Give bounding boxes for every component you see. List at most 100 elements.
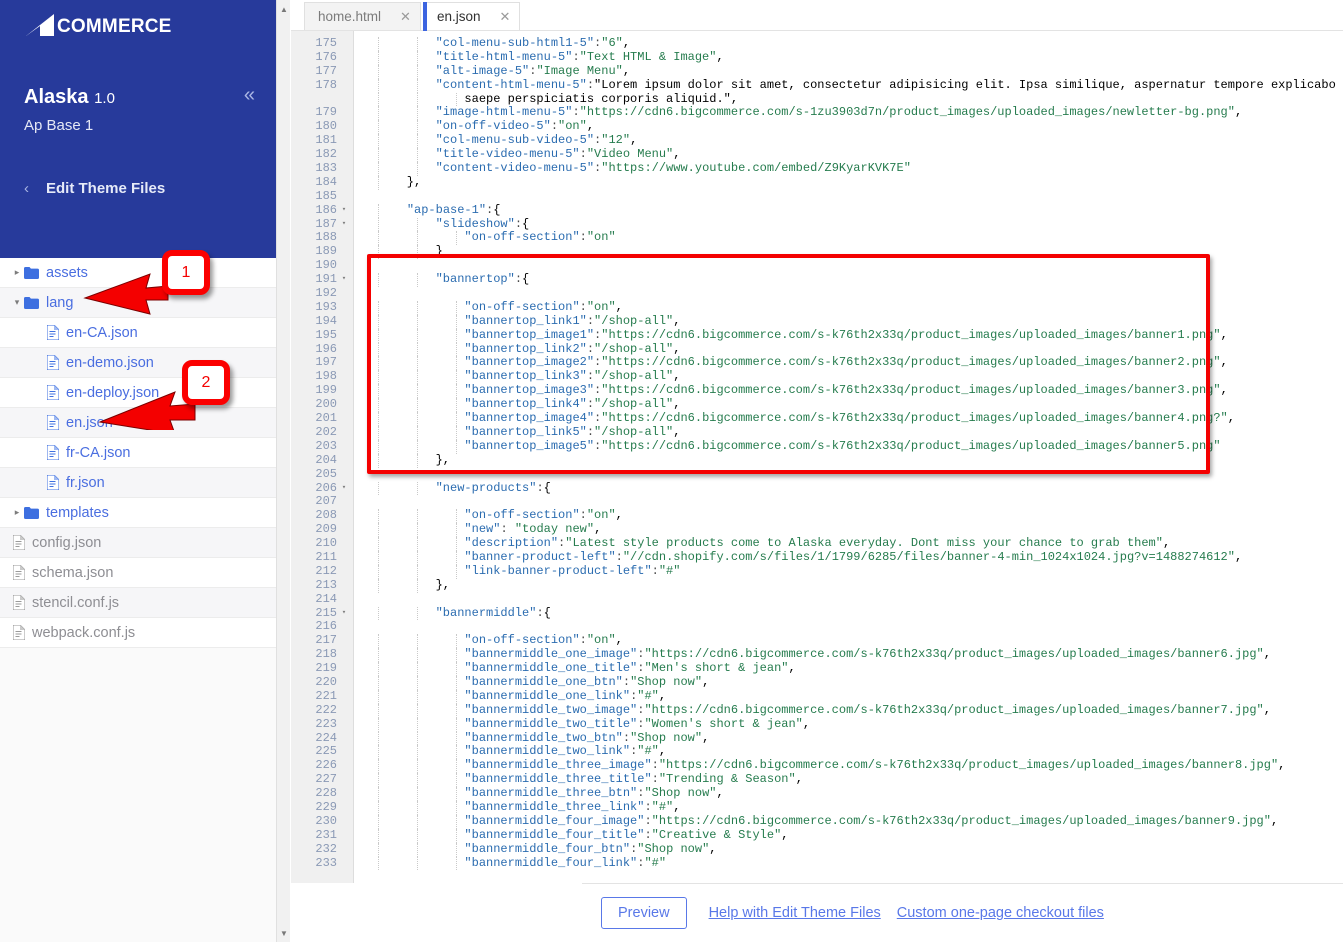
code-line[interactable]: "bannermiddle_four_image":"https://cdn6.… xyxy=(355,814,1343,829)
expand-caret-icon[interactable]: ▾ xyxy=(10,297,24,308)
code-line[interactable]: "bannertop_link5":"/shop-all", xyxy=(355,425,1343,440)
code-line[interactable]: "bannertop_image5":"https://cdn6.bigcomm… xyxy=(355,439,1343,454)
tab-close-icon[interactable]: ✕ xyxy=(400,9,411,25)
tree-item-lang[interactable]: ▾ lang xyxy=(0,288,276,318)
code-line[interactable]: "bannermiddle_one_link":"#", xyxy=(355,689,1343,704)
code-line[interactable]: "bannermiddle_two_link":"#", xyxy=(355,744,1343,760)
fold-toggle-icon[interactable]: ▾ xyxy=(339,218,349,232)
tree-item-schema-json[interactable]: schema.json xyxy=(0,558,276,588)
scroll-up-icon[interactable]: ▲ xyxy=(277,2,291,16)
tree-item-en-deploy-json[interactable]: en-deploy.json xyxy=(0,378,276,408)
tree-item-fr-ca-json[interactable]: fr-CA.json xyxy=(0,438,276,468)
code-line[interactable]: "bannertop_link2":"/shop-all", xyxy=(355,342,1343,357)
expand-caret-icon[interactable]: ▸ xyxy=(10,267,24,278)
code-line[interactable]: "bannermiddle_three_link":"#", xyxy=(355,800,1343,815)
code-line[interactable]: "bannermiddle_two_btn":"Shop now", xyxy=(355,731,1343,746)
indent-guide xyxy=(378,37,379,51)
file-icon xyxy=(46,474,60,491)
tree-item-en-demo-json[interactable]: en-demo.json xyxy=(0,348,276,378)
code-line[interactable]: "bannertop_image2":"https://cdn6.bigcomm… xyxy=(355,356,1343,371)
code-line[interactable]: "bannertop_image4":"https://cdn6.bigcomm… xyxy=(355,411,1343,426)
code-line[interactable]: "description":"Latest style products com… xyxy=(355,536,1343,551)
editor-tab-en-json[interactable]: en.json ✕ xyxy=(422,2,521,31)
code-line[interactable]: "bannermiddle_one_btn":"Shop now", xyxy=(355,675,1343,690)
code-line[interactable]: "on-off-section":"on" xyxy=(355,231,1343,246)
code-line[interactable]: "bannermiddle_three_image":"https://cdn6… xyxy=(355,758,1343,774)
code-editor[interactable]: 175▾176▾177▾178▾▾179▾180▾181▾182▾183▾184… xyxy=(291,31,1343,883)
code-line[interactable] xyxy=(355,287,1343,301)
code-line[interactable]: "bannermiddle_two_title":"Women's short … xyxy=(355,717,1343,732)
code-line[interactable]: "bannermiddle_one_image":"https://cdn6.b… xyxy=(355,647,1343,663)
brand-logo[interactable]: COMMERCE xyxy=(24,14,172,40)
back-chevron-icon[interactable]: ‹ xyxy=(24,180,29,197)
code-line[interactable]: "bannermiddle":{ xyxy=(355,606,1343,621)
code-line[interactable]: "bannermiddle_three_btn":"Shop now", xyxy=(355,786,1343,801)
code-line[interactable]: "bannertop_image3":"https://cdn6.bigcomm… xyxy=(355,383,1343,399)
fold-toggle-icon[interactable]: ▾ xyxy=(339,204,349,218)
code-line[interactable]: "on-off-section":"on", xyxy=(355,300,1343,315)
code-line[interactable]: "col-menu-sub-html1-5":"6", xyxy=(355,36,1343,51)
help-link[interactable]: Help with Edit Theme Files xyxy=(709,905,881,921)
scroll-down-icon[interactable]: ▼ xyxy=(277,926,291,940)
code-line[interactable]: "content-html-menu-5":"Lorem ipsum dolor… xyxy=(355,78,1343,93)
code-line[interactable]: "bannermiddle_two_image":"https://cdn6.b… xyxy=(355,703,1343,718)
preview-button[interactable]: Preview xyxy=(601,897,687,929)
tree-item-templates[interactable]: ▸ templates xyxy=(0,498,276,528)
code-line[interactable]: "bannermiddle_one_title":"Men's short & … xyxy=(355,661,1343,676)
code-line[interactable] xyxy=(355,593,1343,607)
code-line[interactable] xyxy=(355,468,1343,482)
code-line[interactable]: "title-video-menu-5":"Video Menu", xyxy=(355,147,1343,163)
code-line[interactable]: "bannermiddle_three_title":"Trending & S… xyxy=(355,772,1343,788)
tree-item-config-json[interactable]: config.json xyxy=(0,528,276,558)
code-line[interactable]: "bannertop_image1":"https://cdn6.bigcomm… xyxy=(355,328,1343,343)
fold-toggle-icon[interactable]: ▾ xyxy=(339,607,349,621)
tree-item-en-json[interactable]: en.json xyxy=(0,408,276,438)
code-line[interactable]: }, xyxy=(355,578,1343,593)
code-line[interactable]: }, xyxy=(355,453,1343,468)
code-line[interactable]: "on-off-section":"on", xyxy=(355,633,1343,649)
code-line[interactable] xyxy=(355,620,1343,634)
code-line[interactable] xyxy=(355,495,1343,509)
code-line[interactable]: "on-off-section":"on", xyxy=(355,508,1343,524)
code-line[interactable]: "on-off-video-5":"on", xyxy=(355,119,1343,135)
edit-theme-files-nav[interactable]: ‹ Edit Theme Files xyxy=(24,180,165,197)
tab-close-icon[interactable]: ✕ xyxy=(499,9,510,25)
code-content[interactable]: "col-menu-sub-html1-5":"6", "title-html-… xyxy=(355,31,1343,883)
code-line[interactable]: "alt-image-5":"Image Menu", xyxy=(355,64,1343,79)
code-line[interactable]: "new-products":{ xyxy=(355,481,1343,496)
code-line[interactable]: "slideshow":{ xyxy=(355,217,1343,232)
code-line[interactable]: "image-html-menu-5":"https://cdn6.bigcom… xyxy=(355,106,1343,121)
code-line[interactable]: "bannermiddle_four_link":"#" xyxy=(355,856,1343,871)
code-line[interactable]: saepe perspiciatis corporis aliquid.", xyxy=(355,92,1343,107)
fold-toggle-icon[interactable]: ▾ xyxy=(339,482,349,496)
editor-tab-home-html[interactable]: home.html ✕ xyxy=(304,2,421,30)
fold-toggle-icon[interactable]: ▾ xyxy=(339,273,349,287)
tree-item-fr-json[interactable]: fr.json xyxy=(0,468,276,498)
checkout-files-link[interactable]: Custom one-page checkout files xyxy=(897,905,1104,921)
expand-caret-icon[interactable]: ▸ xyxy=(10,507,24,518)
code-line[interactable]: "title-html-menu-5":"Text HTML & Image", xyxy=(355,50,1343,65)
code-line[interactable] xyxy=(355,190,1343,204)
code-line[interactable]: "col-menu-sub-video-5":"12", xyxy=(355,133,1343,149)
collapse-sidebar-icon[interactable]: « xyxy=(244,84,255,106)
code-line[interactable]: "new": "today new", xyxy=(355,522,1343,538)
tree-item-stencil-conf-js[interactable]: stencil.conf.js xyxy=(0,588,276,618)
code-line[interactable]: "link-banner-product-left":"#" xyxy=(355,564,1343,579)
code-line[interactable] xyxy=(355,259,1343,273)
line-number-value: 205 xyxy=(315,466,337,481)
code-line[interactable]: "bannertop_link4":"/shop-all", xyxy=(355,397,1343,413)
code-line[interactable]: }, xyxy=(355,175,1343,190)
code-line[interactable]: "bannertop_link1":"/shop-all", xyxy=(355,314,1343,329)
code-line[interactable]: "banner-product-left":"//cdn.shopify.com… xyxy=(355,550,1343,565)
tree-item-en-ca-json[interactable]: en-CA.json xyxy=(0,318,276,348)
tree-item-webpack-conf-js[interactable]: webpack.conf.js xyxy=(0,618,276,648)
code-line[interactable]: } xyxy=(355,244,1343,260)
tree-item-assets[interactable]: ▸ assets xyxy=(0,258,276,288)
code-line[interactable]: "content-video-menu-5":"https://www.yout… xyxy=(355,161,1343,176)
code-line[interactable]: "bannertop_link3":"/shop-all", xyxy=(355,369,1343,385)
code-line[interactable]: "bannertop":{ xyxy=(355,272,1343,288)
code-line[interactable]: "bannermiddle_four_btn":"Shop now", xyxy=(355,842,1343,857)
sidebar-scrollbar[interactable]: ▲ ▼ xyxy=(276,0,290,942)
code-line[interactable]: "bannermiddle_four_title":"Creative & St… xyxy=(355,828,1343,843)
code-line[interactable]: "ap-base-1":{ xyxy=(355,203,1343,218)
